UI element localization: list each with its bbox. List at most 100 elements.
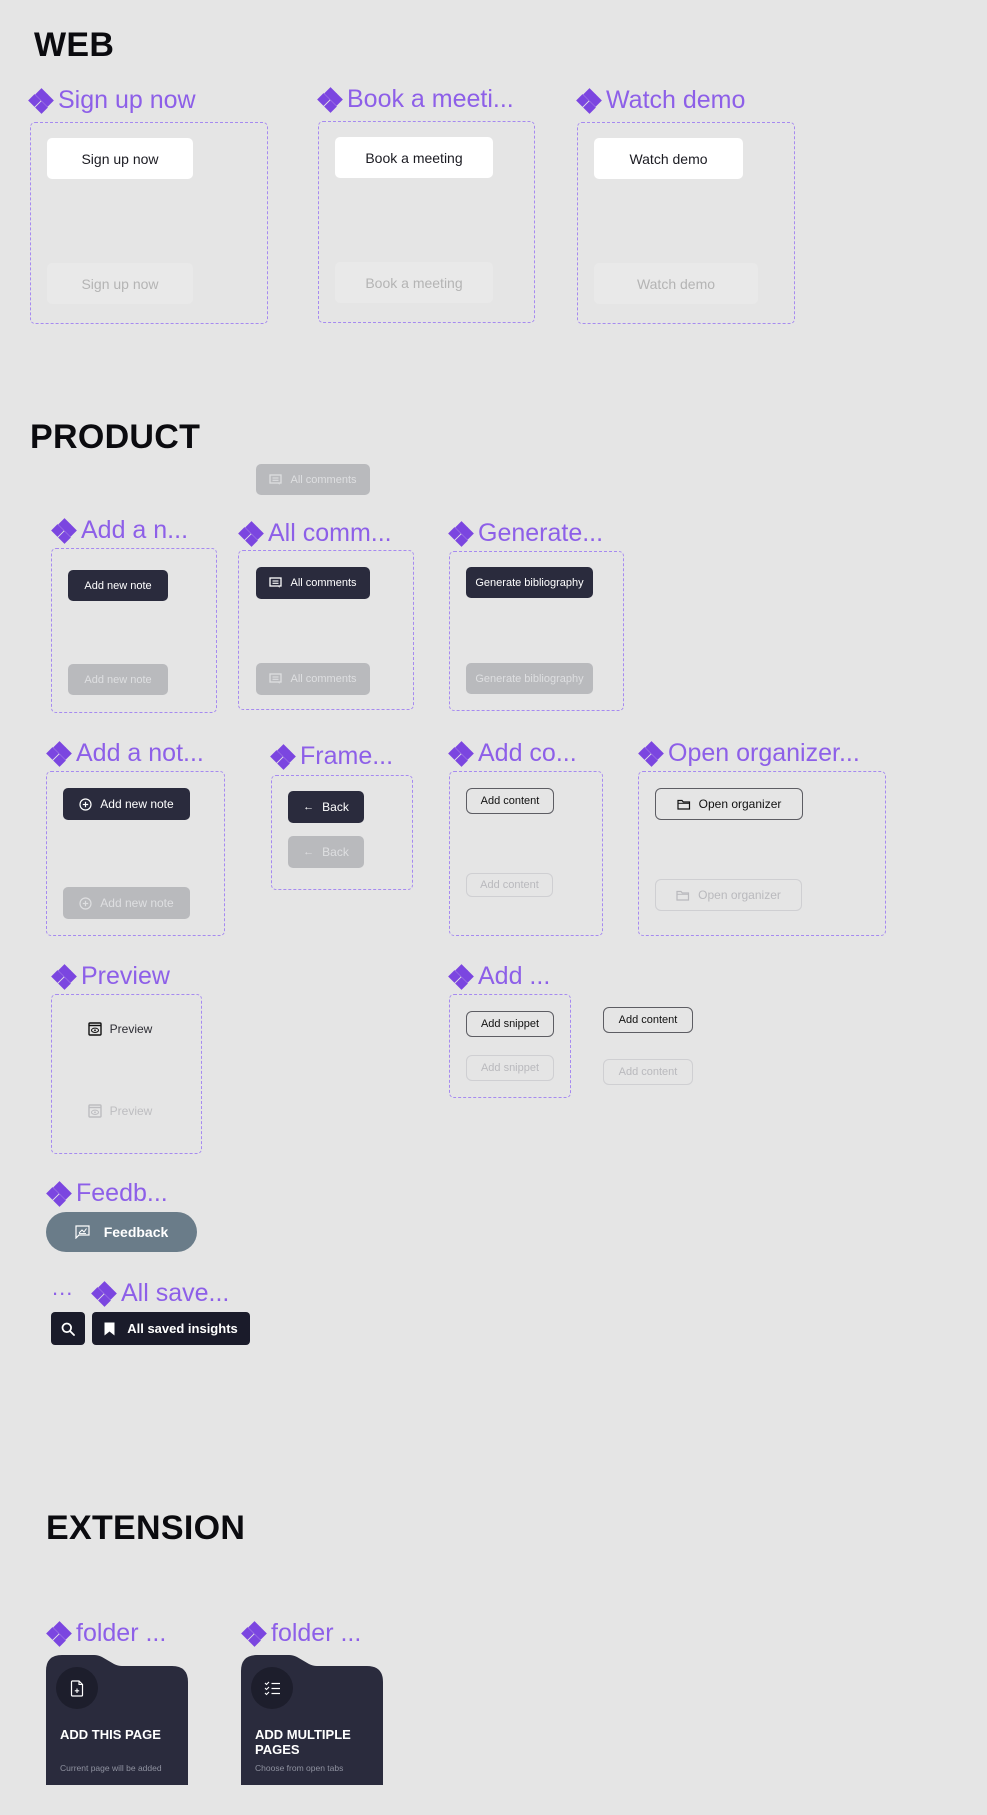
component-icon bbox=[576, 87, 602, 114]
generate-bibliography-button[interactable]: Generate bibliography bbox=[466, 567, 593, 598]
add-this-page-card[interactable]: ADD THIS PAGE Current page will be added bbox=[46, 1655, 188, 1785]
button-label: All saved insights bbox=[127, 1321, 238, 1336]
button-label: Back bbox=[322, 800, 349, 814]
watch-demo-button[interactable]: Watch demo bbox=[594, 138, 743, 179]
component-icon bbox=[638, 740, 664, 767]
component-label-text: Preview bbox=[81, 962, 170, 990]
sign-up-button-disabled: Sign up now bbox=[47, 263, 193, 304]
card-title: ADD MULTIPLE PAGES bbox=[255, 1727, 351, 1757]
component-label-text: folder ... bbox=[271, 1619, 362, 1647]
all-comments-button-disabled: All comments bbox=[256, 663, 370, 695]
open-organizer-button[interactable]: Open organizer bbox=[655, 788, 803, 820]
search-button[interactable] bbox=[51, 1312, 85, 1345]
component-label-text: Add co... bbox=[478, 739, 577, 767]
component-label-watch-demo: Watch demo bbox=[576, 86, 745, 115]
button-label: Add new note bbox=[100, 797, 174, 811]
component-icon bbox=[46, 1620, 72, 1647]
add-content-button[interactable]: Add content bbox=[466, 788, 554, 814]
add-new-note-icon-button-disabled: Add new note bbox=[63, 887, 190, 919]
component-label-text: Add a not... bbox=[76, 739, 204, 767]
component-icon bbox=[51, 517, 77, 544]
card-title: ADD THIS PAGE bbox=[60, 1727, 161, 1742]
add-content-button-loose-disabled: Add content bbox=[603, 1059, 693, 1085]
add-new-note-button[interactable]: Add new note bbox=[68, 570, 168, 601]
checklist-icon bbox=[264, 1681, 281, 1696]
component-icon bbox=[91, 1280, 117, 1307]
button-label: Open organizer bbox=[698, 888, 781, 902]
bookmark-icon bbox=[104, 1322, 115, 1336]
arrow-left-icon: ← bbox=[303, 846, 315, 858]
component-label-all-comments: All comm... bbox=[238, 519, 392, 548]
back-button-disabled: ← Back bbox=[288, 836, 364, 868]
add-multiple-pages-card[interactable]: ADD MULTIPLE PAGES Choose from open tabs bbox=[241, 1655, 383, 1785]
component-label-preview: Preview bbox=[51, 962, 170, 991]
eye-window-icon bbox=[87, 1104, 102, 1118]
component-frame-add-snippet bbox=[449, 994, 571, 1098]
generate-bibliography-button-disabled: Generate bibliography bbox=[466, 663, 593, 694]
all-comments-button-floating: All comments bbox=[256, 464, 370, 495]
card-icon-circle bbox=[251, 1667, 293, 1709]
book-meeting-button[interactable]: Book a meeting bbox=[335, 137, 493, 178]
component-icon bbox=[46, 1180, 72, 1207]
component-label-text: Add a n... bbox=[81, 516, 189, 544]
watch-demo-button-disabled: Watch demo bbox=[594, 263, 758, 304]
component-icon bbox=[448, 740, 474, 767]
feedback-button[interactable]: Feedback bbox=[46, 1212, 197, 1252]
component-label-text: Frame... bbox=[300, 742, 394, 770]
button-label: All comments bbox=[290, 673, 357, 685]
component-label-add-note: Add a n... bbox=[51, 516, 189, 545]
component-icon bbox=[241, 1620, 267, 1647]
folder-icon bbox=[677, 799, 691, 810]
component-icon bbox=[46, 740, 72, 767]
button-label: Back bbox=[322, 845, 349, 859]
add-new-note-icon-button[interactable]: Add new note bbox=[63, 788, 190, 820]
sign-up-button[interactable]: Sign up now bbox=[47, 138, 193, 179]
component-label-book-meeting: Book a meeti... bbox=[317, 85, 514, 114]
feedback-icon bbox=[75, 1225, 90, 1239]
component-label-text: Book a meeti... bbox=[347, 85, 514, 113]
component-label-feedback: Feedb... bbox=[46, 1179, 168, 1208]
all-comments-button[interactable]: All comments bbox=[256, 567, 370, 599]
button-label: Preview bbox=[109, 1104, 153, 1118]
card-subtitle: Choose from open tabs bbox=[255, 1763, 344, 1773]
plus-circle-icon bbox=[79, 797, 92, 811]
component-label-add-snippet: Add ... bbox=[448, 962, 551, 991]
preview-button[interactable]: Preview bbox=[82, 1018, 158, 1040]
add-snippet-button[interactable]: Add snippet bbox=[466, 1011, 554, 1037]
component-label-add-content: Add co... bbox=[448, 739, 577, 768]
section-title-web: WEB bbox=[34, 26, 115, 64]
component-icon bbox=[448, 520, 474, 547]
comment-icon bbox=[269, 473, 283, 486]
component-label-all-saved: All save... bbox=[91, 1279, 230, 1308]
component-label-generate: Generate... bbox=[448, 519, 604, 548]
button-label: Add new note bbox=[100, 896, 174, 910]
add-snippet-button-disabled: Add snippet bbox=[466, 1055, 554, 1081]
back-button[interactable]: ← Back bbox=[288, 791, 364, 823]
component-label-text: All save... bbox=[121, 1279, 230, 1307]
section-title-extension: EXTENSION bbox=[46, 1509, 246, 1547]
comment-icon bbox=[269, 577, 283, 589]
preview-button-disabled: Preview bbox=[82, 1100, 158, 1122]
component-icon bbox=[270, 743, 296, 770]
component-label-search: ... bbox=[52, 1275, 74, 1300]
card-icon-circle bbox=[56, 1667, 98, 1709]
add-content-button-disabled: Add content bbox=[466, 873, 553, 897]
button-label: All comments bbox=[290, 577, 357, 589]
component-label-text: Add ... bbox=[478, 962, 551, 990]
component-label-sign-up: Sign up now bbox=[28, 86, 196, 115]
add-content-button-loose[interactable]: Add content bbox=[603, 1007, 693, 1033]
component-label-text: Generate... bbox=[478, 519, 604, 547]
all-saved-insights-button[interactable]: All saved insights bbox=[92, 1312, 250, 1345]
add-new-note-button-disabled: Add new note bbox=[68, 664, 168, 695]
folder-icon bbox=[676, 890, 690, 901]
book-meeting-button-disabled: Book a meeting bbox=[335, 262, 493, 303]
component-label-folder-add-page: folder ... bbox=[46, 1619, 166, 1648]
comment-icon bbox=[269, 673, 283, 685]
component-icon bbox=[317, 86, 343, 113]
open-organizer-button-disabled: Open organizer bbox=[655, 879, 802, 911]
component-label-text: All comm... bbox=[268, 519, 392, 547]
search-icon bbox=[61, 1322, 75, 1336]
component-label-open-organizer: Open organizer... bbox=[638, 739, 860, 768]
section-title-product: PRODUCT bbox=[30, 418, 201, 456]
component-label-frame-back: Frame... bbox=[270, 742, 394, 771]
